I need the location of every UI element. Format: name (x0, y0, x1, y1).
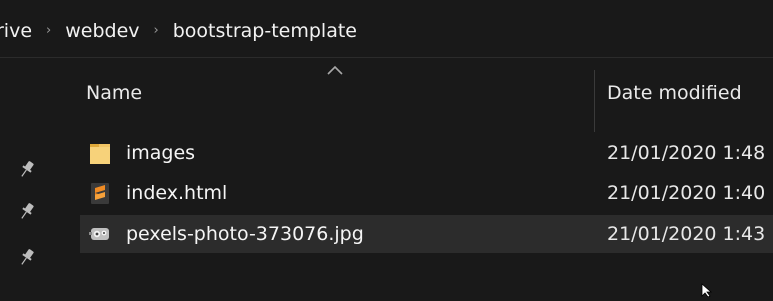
folder-icon (89, 141, 111, 165)
file-date-modified: 21/01/2020 1:48 (607, 142, 766, 164)
file-row-images[interactable]: images 21/01/2020 1:48 (80, 134, 773, 172)
breadcrumb-item-drive[interactable]: rive (0, 20, 32, 42)
sublime-text-file-icon (89, 181, 111, 205)
address-bar[interactable]: rive › webdev › bootstrap-template (0, 0, 773, 58)
column-header-name[interactable]: Name (86, 82, 142, 104)
file-date-modified: 21/01/2020 1:40 (607, 182, 766, 204)
file-list-pane: Name Date modified images 21/01/2020 1:4… (0, 58, 773, 293)
image-file-icon (89, 222, 111, 246)
chevron-right-icon[interactable]: › (154, 23, 159, 38)
breadcrumb-item-webdev[interactable]: webdev (65, 20, 139, 42)
file-name: pexels-photo-373076.jpg (126, 223, 364, 245)
pin-icon[interactable] (16, 246, 38, 268)
file-date-modified: 21/01/2020 1:43 (607, 223, 766, 245)
file-name: images (126, 142, 196, 164)
breadcrumb-item-bootstrap-template[interactable]: bootstrap-template (173, 20, 357, 42)
file-row-pexels-photo[interactable]: pexels-photo-373076.jpg 21/01/2020 1:43 (80, 215, 773, 253)
pin-icon[interactable] (16, 158, 38, 180)
column-divider[interactable] (594, 70, 595, 132)
chevron-right-icon[interactable]: › (46, 23, 51, 38)
sort-ascending-icon (325, 61, 345, 75)
column-header-date-modified[interactable]: Date modified (607, 82, 742, 104)
breadcrumb: rive › webdev › bootstrap-template (0, 20, 357, 42)
file-row-index-html[interactable]: index.html 21/01/2020 1:40 (80, 174, 773, 212)
mouse-cursor-icon (701, 282, 715, 298)
pin-icon[interactable] (16, 200, 38, 222)
column-header-row: Name Date modified (0, 58, 773, 132)
file-name: index.html (126, 182, 228, 204)
